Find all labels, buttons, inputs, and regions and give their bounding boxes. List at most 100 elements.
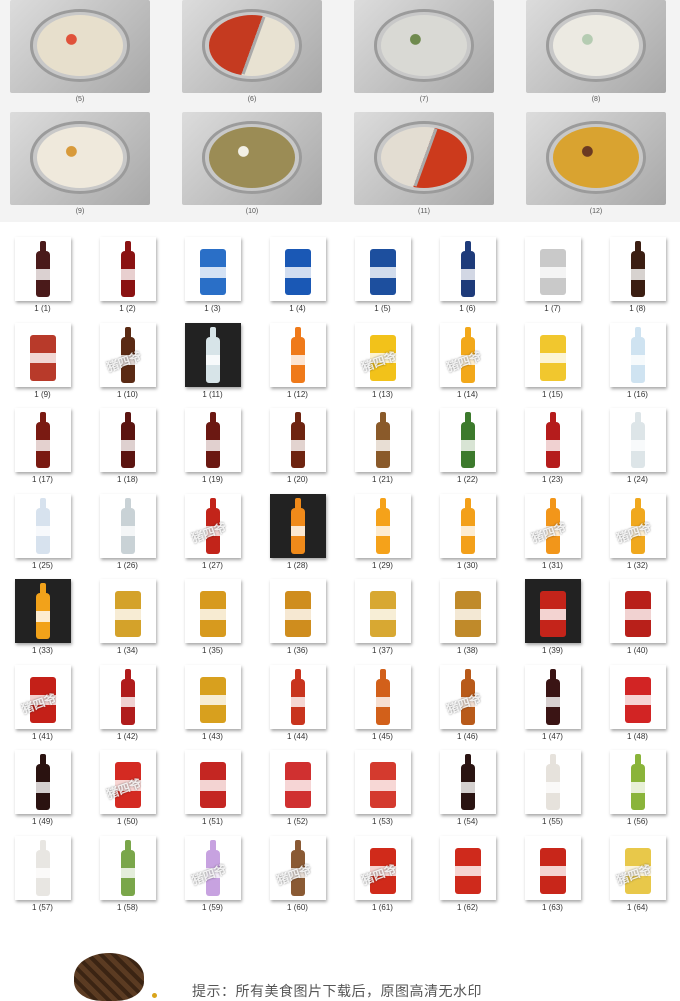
drink-item[interactable]: 1 (42) [85, 658, 170, 744]
drink-item[interactable]: 1 (47) [510, 658, 595, 744]
drink-caption: 1 (21) [372, 475, 393, 484]
product-label [36, 525, 50, 536]
drink-item[interactable]: 1 (2) [85, 230, 170, 316]
drink-item[interactable]: 1 (56) [595, 743, 680, 829]
product-label [30, 352, 56, 363]
drink-item[interactable]: 猪四爷 1 (50) [85, 743, 170, 829]
drink-item[interactable]: 1 (58) [85, 829, 170, 915]
product-label [540, 267, 566, 278]
drink-item[interactable]: 猪四爷 1 (41) [0, 658, 85, 744]
drink-caption: 1 (42) [117, 731, 138, 741]
hotpot-item[interactable]: (9) [10, 112, 150, 220]
drink-item[interactable]: 1 (55) [510, 743, 595, 829]
drink-item[interactable]: 1 (24) [595, 401, 680, 487]
drink-item[interactable]: 猪四爷 1 (27) [170, 487, 255, 573]
drink-item[interactable]: 1 (28) [255, 487, 340, 573]
drink-item[interactable]: 1 (45) [340, 658, 425, 744]
drink-item[interactable]: 猪四爷 1 (31) [510, 487, 595, 573]
drink-item[interactable]: 猪四爷 1 (46) [425, 658, 510, 744]
drink-item[interactable]: 1 (9) [0, 316, 85, 402]
drink-item[interactable]: 1 (63) [510, 829, 595, 915]
drink-item[interactable]: 1 (37) [340, 572, 425, 658]
hotpot-item[interactable]: (8) [526, 0, 666, 108]
drink-item[interactable]: 1 (23) [510, 401, 595, 487]
drink-item[interactable]: 1 (53) [340, 743, 425, 829]
drink-item[interactable]: 1 (19) [170, 401, 255, 487]
drink-item[interactable]: 1 (16) [595, 316, 680, 402]
drink-caption: 1 (63) [542, 902, 563, 912]
drink-image: 猪四爷 [185, 835, 241, 900]
product-label [200, 609, 226, 620]
drink-item[interactable]: 1 (36) [255, 572, 340, 658]
drink-item[interactable]: 猪四爷 1 (61) [340, 829, 425, 915]
drink-item[interactable]: 1 (35) [170, 572, 255, 658]
drink-item[interactable]: 1 (18) [85, 401, 170, 487]
drink-caption: 1 (13) [372, 389, 393, 399]
drink-image [355, 664, 411, 729]
drink-image [185, 408, 241, 472]
drink-item[interactable]: 1 (25) [0, 487, 85, 573]
drink-item[interactable]: 1 (12) [255, 316, 340, 402]
drink-item[interactable]: 1 (22) [425, 401, 510, 487]
drink-item[interactable]: 猪四爷 1 (10) [85, 316, 170, 402]
drink-image [440, 750, 496, 814]
drink-item[interactable]: 猪四爷 1 (60) [255, 829, 340, 915]
drink-item[interactable]: 1 (40) [595, 572, 680, 658]
drink-item[interactable]: 1 (8) [595, 230, 680, 316]
drink-item[interactable]: 1 (11) [170, 316, 255, 402]
drink-item[interactable]: 1 (26) [85, 487, 170, 573]
drink-item[interactable]: 1 (38) [425, 572, 510, 658]
drink-item[interactable]: 1 (4) [255, 230, 340, 316]
drink-item[interactable]: 1 (44) [255, 658, 340, 744]
drink-item[interactable]: 1 (1) [0, 230, 85, 316]
drink-item[interactable]: 1 (52) [255, 743, 340, 829]
can-shape [455, 847, 481, 894]
can-shape [370, 249, 396, 295]
drink-item[interactable]: 1 (6) [425, 230, 510, 316]
drink-item[interactable]: 1 (51) [170, 743, 255, 829]
drink-item[interactable]: 1 (5) [340, 230, 425, 316]
drink-item[interactable]: 猪四爷 1 (59) [170, 829, 255, 915]
hotpot-item[interactable]: (11) [354, 112, 494, 220]
product-label [455, 865, 481, 876]
drink-item[interactable]: 1 (39) [510, 572, 595, 658]
drink-item[interactable]: 1 (34) [85, 572, 170, 658]
drink-item[interactable]: 1 (7) [510, 230, 595, 316]
drink-image [270, 237, 326, 301]
product-label [291, 525, 305, 536]
drink-item[interactable]: 1 (17) [0, 401, 85, 487]
drink-item[interactable]: 1 (48) [595, 658, 680, 744]
drink-item[interactable]: 猪四爷 1 (32) [595, 487, 680, 573]
hotpot-image [526, 112, 666, 205]
hotpot-item[interactable]: (12) [526, 112, 666, 220]
hotpot-item[interactable]: (6) [182, 0, 322, 108]
drink-item[interactable]: 1 (21) [340, 401, 425, 487]
drink-item[interactable]: 1 (57) [0, 829, 85, 915]
can-shape [200, 249, 226, 295]
download-tip: 提示：所有美食图片下载后，原图高清无水印 [192, 983, 482, 999]
drink-item[interactable]: 1 (62) [425, 829, 510, 915]
hotpot-item[interactable]: (5) [10, 0, 150, 108]
drink-item[interactable]: 猪四爷 1 (64) [595, 829, 680, 915]
drink-item[interactable]: 猪四爷 1 (13) [340, 316, 425, 402]
product-label [291, 440, 305, 451]
drink-item[interactable]: 1 (43) [170, 658, 255, 744]
hotpot-item[interactable]: (7) [354, 0, 494, 108]
drink-item[interactable]: 1 (49) [0, 743, 85, 829]
drink-image: 猪四爷 [185, 493, 241, 558]
drink-item[interactable]: 1 (54) [425, 743, 510, 829]
drink-item[interactable]: 1 (3) [170, 230, 255, 316]
drink-item[interactable]: 1 (20) [255, 401, 340, 487]
drink-image [100, 835, 156, 900]
drink-image [610, 408, 666, 472]
drink-item[interactable]: 1 (30) [425, 487, 510, 573]
drink-item[interactable]: 1 (29) [340, 487, 425, 573]
drink-caption: 1 (37) [372, 646, 393, 655]
product-label [36, 269, 50, 280]
hotpot-image [354, 0, 494, 93]
drink-item[interactable]: 1 (15) [510, 316, 595, 402]
hotpot-item[interactable]: (10) [182, 112, 322, 220]
drink-image [355, 493, 411, 558]
drink-item[interactable]: 猪四爷 1 (14) [425, 316, 510, 402]
drink-item[interactable]: 1 (33) [0, 572, 85, 658]
